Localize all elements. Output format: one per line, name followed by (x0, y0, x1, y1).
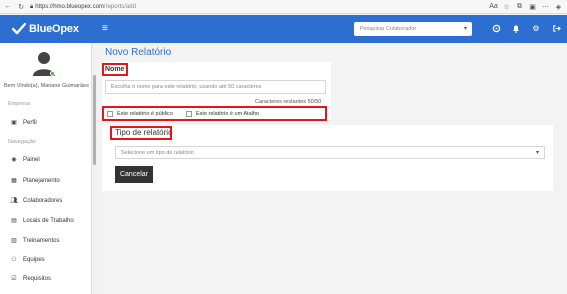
report-type-select[interactable]: Selecione um tipo de relatório ▾ (115, 146, 545, 159)
url-host: https://hmo.blueopex.com (35, 4, 104, 10)
brand-logo[interactable]: BlueOpex (12, 23, 79, 35)
name-placeholder: Escolha o nome para este relatório, usan… (111, 84, 262, 90)
chevron-down-icon: ▾ (463, 26, 467, 32)
char-counter: Caracteres restantes 50/50 (255, 99, 322, 105)
browser-toolbar: ← ↻ 🔒︎ https://hmo.blueopex.com/reports/… (0, 0, 567, 14)
sidebar-item-locais[interactable]: ▤ Locais de Trabalho (10, 217, 74, 225)
sidebar-item-label: Treinamentos (23, 237, 60, 244)
more-icon[interactable]: ⋯ (541, 2, 550, 11)
lock-icon: 🔒︎ (30, 3, 34, 10)
sidebar-item-label: Requisitos (23, 275, 52, 282)
app-header: BlueOpex ≡ Pesquisar Colaborador ▾ ⚙ (0, 15, 567, 43)
sidebar-item-label: Planejamento (23, 177, 60, 184)
sidebar-item-label: Painel (23, 156, 40, 163)
sidebar: Bem Vindo(a), Mariane Guimarães Empresa … (0, 43, 92, 294)
copilot-icon[interactable]: ◈ (554, 2, 563, 11)
page-title: Novo Relatório (105, 47, 172, 58)
sidebar-scrollbar[interactable] (92, 43, 97, 294)
chevron-down-icon: ▾ (535, 150, 539, 156)
logout-icon[interactable] (551, 23, 561, 33)
gear-icon[interactable]: ⚙ (531, 23, 541, 33)
collections-icon[interactable]: ▣ (528, 2, 537, 11)
dashboard-icon: ◉ (11, 157, 17, 163)
sidebar-item-perfil[interactable]: ▣ Perfil (10, 119, 37, 127)
sidebar-item-requisitos[interactable]: ☑ Requisitos (10, 275, 52, 283)
scroll-thumb[interactable] (93, 75, 96, 165)
users-icon: 👥︎ (10, 198, 18, 204)
check-logo-icon (12, 23, 26, 35)
training-icon: ▥ (11, 238, 17, 244)
employee-search-select[interactable]: Pesquisar Colaborador ▾ (354, 22, 472, 36)
address-bar[interactable]: 🔒︎ https://hmo.blueopex.com/reports/add (30, 2, 160, 12)
cancel-button[interactable]: Cancelar (115, 166, 153, 183)
search-placeholder: Pesquisar Colaborador (360, 26, 417, 32)
calendar-icon: ▦ (11, 178, 17, 184)
sidebar-item-label: Colaboradores (23, 197, 63, 204)
sidebar-item-label: Equipes (23, 256, 45, 263)
checklist-icon: ☑ (11, 276, 17, 282)
hamburger-menu-icon[interactable]: ≡ (102, 23, 108, 34)
public-checkbox-label: Este relatório é público (117, 111, 173, 117)
back-icon[interactable]: ← (3, 2, 13, 12)
section-navegacao: Navegação (8, 139, 36, 145)
section-empresa: Empresa (8, 101, 31, 107)
sidebar-item-treinamentos[interactable]: ▥ Treinamentos (10, 237, 60, 245)
sidebar-item-planejamento[interactable]: ▦ Planejamento (10, 177, 60, 185)
highlight-nome (102, 63, 128, 76)
url-path: /reports/add (103, 4, 136, 10)
sidebar-item-label: Locais de Trabalho (23, 217, 74, 224)
team-icon: ⚇ (11, 257, 17, 263)
sidebar-item-colaboradores[interactable]: 👥︎ Colaboradores (10, 197, 63, 205)
brand-name: BlueOpex (29, 23, 79, 35)
highlight-tipo (110, 126, 172, 140)
public-checkbox-row[interactable]: Este relatório é público (107, 111, 173, 117)
building-icon: ▤ (11, 218, 17, 224)
welcome-text: Bem Vindo(a), Mariane Guimarães (4, 83, 89, 89)
shortcut-checkbox-row[interactable]: Este relatório é um Atalho (186, 111, 259, 117)
online-status-dot (50, 71, 55, 76)
extensions-icon[interactable]: ⧉ (515, 2, 524, 11)
shortcut-checkbox-label: Este relatório é um Atalho (196, 111, 259, 117)
sidebar-item-painel[interactable]: ◉ Painel (10, 156, 40, 164)
briefcase-icon: ▣ (11, 120, 17, 126)
report-name-input[interactable]: Escolha o nome para este relatório, usan… (105, 80, 326, 94)
read-aloud-icon[interactable]: Aa (489, 2, 498, 11)
shortcut-checkbox[interactable] (186, 111, 192, 117)
favorite-icon[interactable]: ☆ (502, 2, 511, 11)
sidebar-item-equipes[interactable]: ⚇ Equipes (10, 256, 45, 264)
bell-icon[interactable] (511, 23, 521, 33)
tipo-placeholder: Selecione um tipo de relatório (121, 149, 194, 156)
reload-icon[interactable]: ↻ (16, 2, 26, 12)
sidebar-item-label: Perfil (23, 119, 37, 126)
refresh-icon[interactable] (491, 23, 501, 33)
public-checkbox[interactable] (107, 111, 113, 117)
